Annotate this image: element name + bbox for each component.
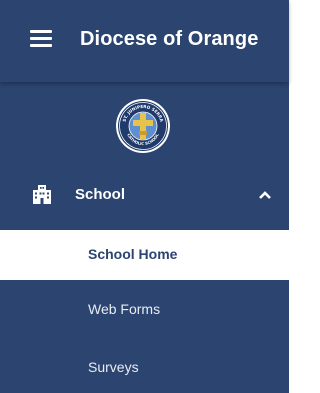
nav-section-label: School <box>75 186 126 203</box>
nav-section-school[interactable]: School <box>0 172 289 218</box>
hamburger-menu-icon[interactable] <box>30 30 52 48</box>
nav-item-label: School Home <box>88 246 178 262</box>
app-title: Diocese of Orange <box>80 28 259 50</box>
building-icon <box>33 185 51 204</box>
menu-bar <box>30 30 52 33</box>
menu-bar <box>30 44 52 47</box>
chevron-up-icon[interactable] <box>258 190 272 200</box>
school-seal-logo: ST. JUNIPERO SERRA CATHOLIC SCHOOL <box>116 99 170 153</box>
nav-item-surveys[interactable]: Surveys <box>0 344 289 392</box>
menu-bar <box>30 37 52 40</box>
nav-item-school-home[interactable]: School Home <box>0 230 289 280</box>
app-header: Diocese of Orange <box>0 0 289 82</box>
nav-item-web-forms[interactable]: Web Forms <box>0 286 289 334</box>
nav-item-label: Surveys <box>88 359 139 375</box>
navigation-drawer: Diocese of Orange ST. JUNIPERO SERRA CAT… <box>0 0 289 393</box>
nav-item-label: Web Forms <box>88 301 161 317</box>
